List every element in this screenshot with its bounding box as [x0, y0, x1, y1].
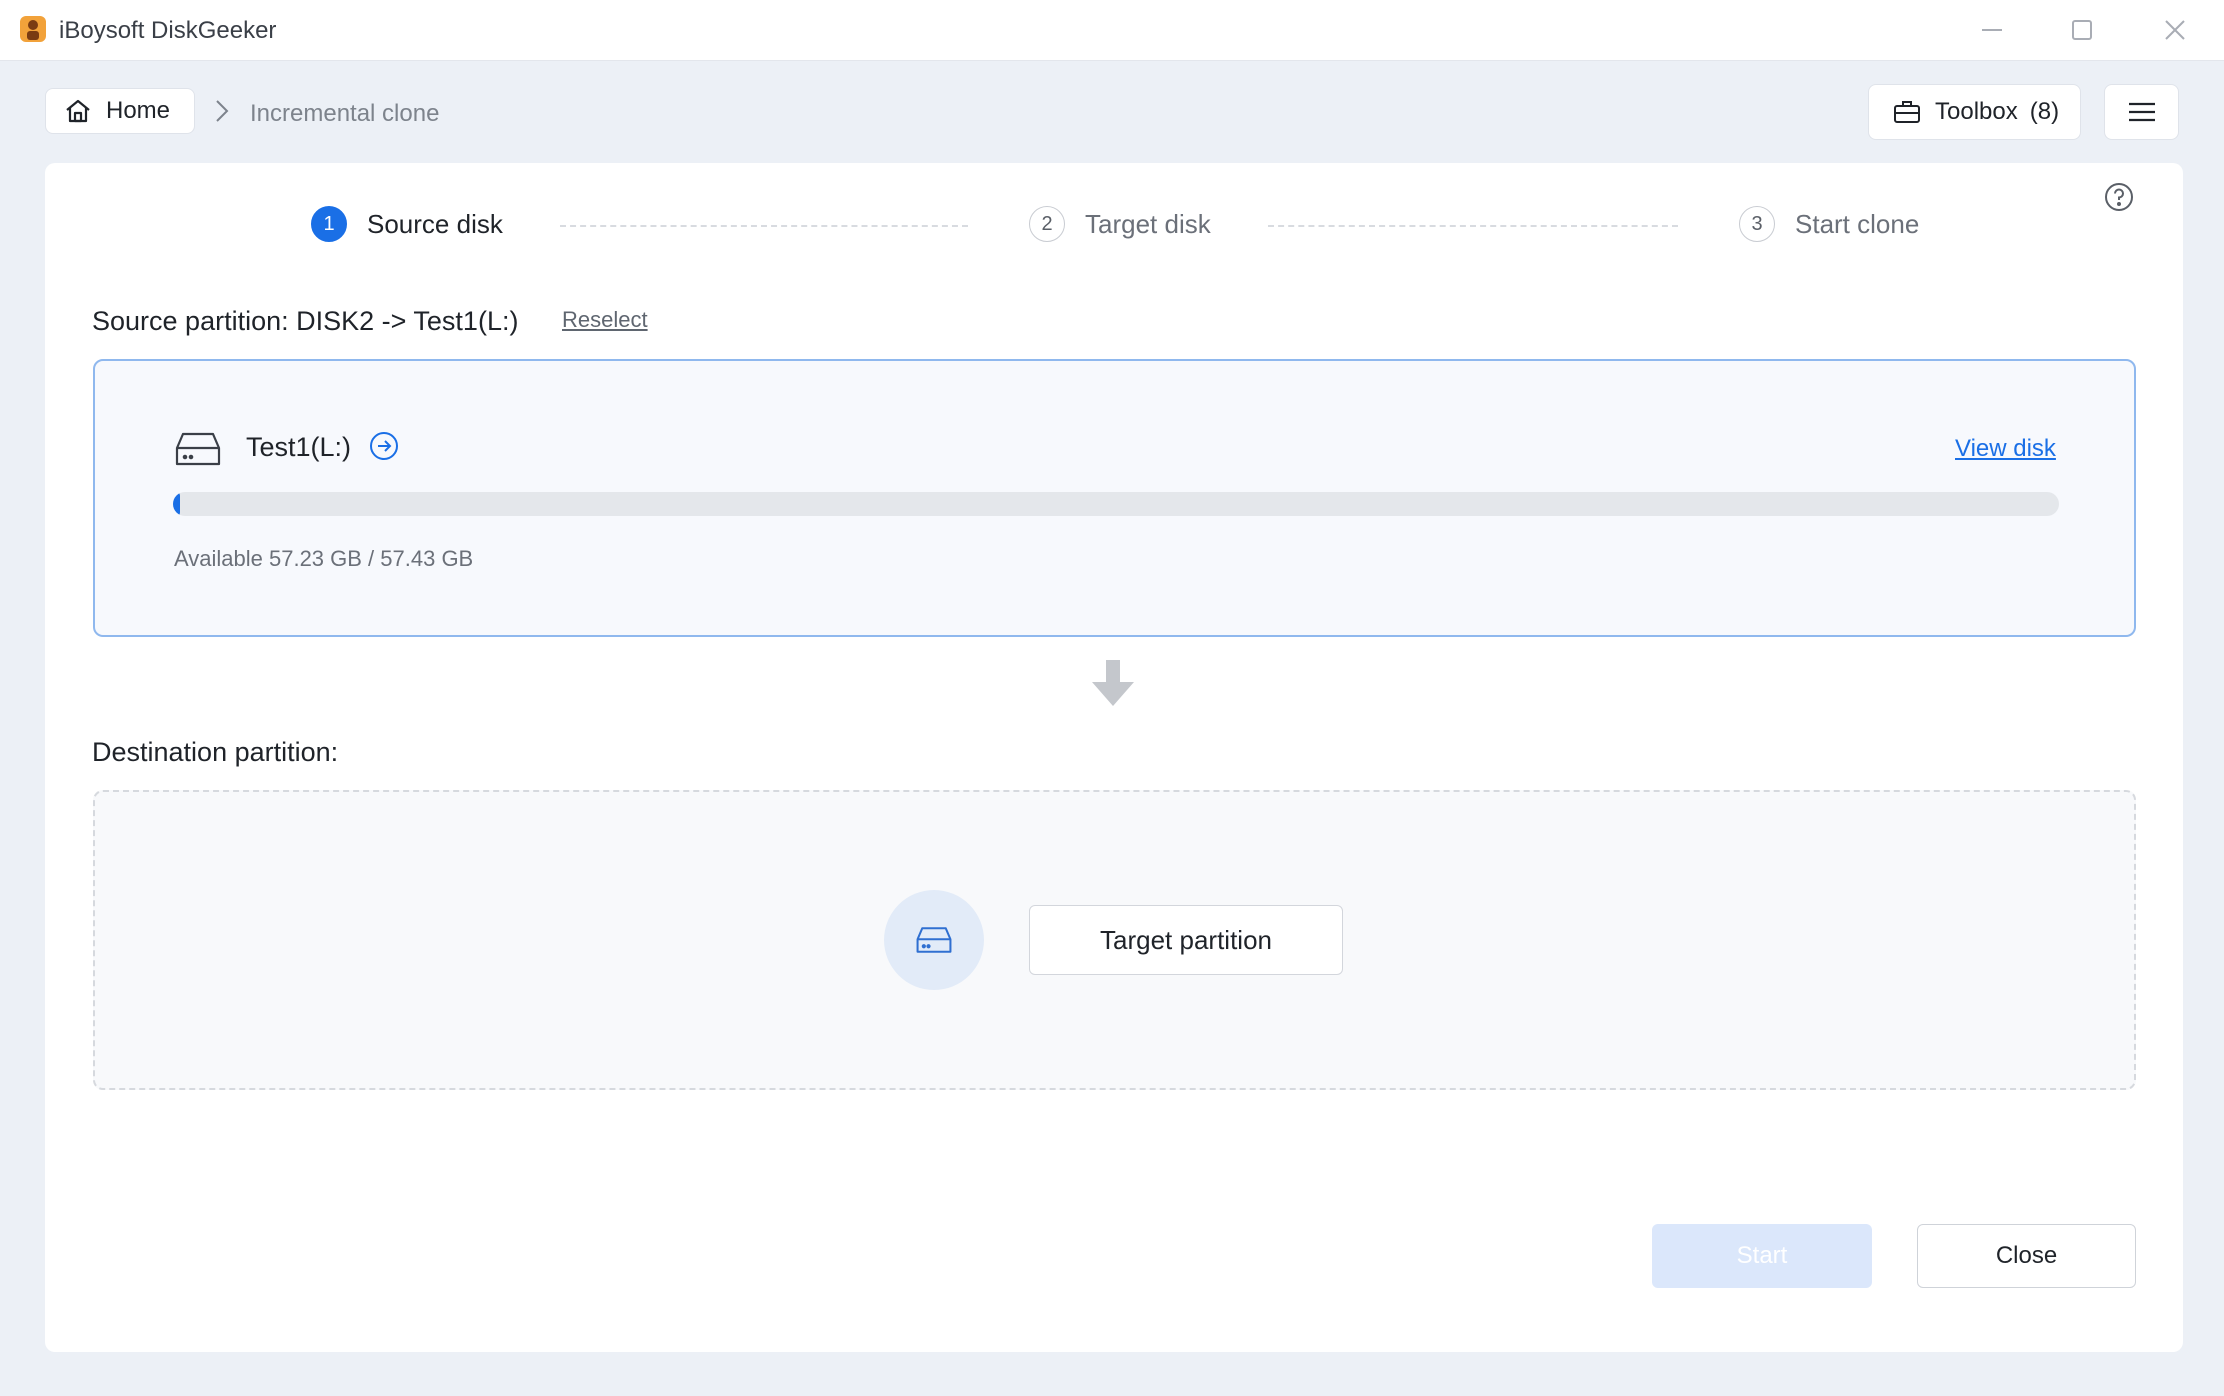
target-partition-button[interactable]: Target partition	[1029, 905, 1343, 975]
step-connector	[1268, 225, 1678, 227]
drive-icon	[175, 432, 221, 466]
hamburger-menu-icon	[2128, 102, 2155, 122]
window-close-button[interactable]	[2145, 8, 2205, 52]
available-space: Available 57.23 GB / 57.43 GB	[174, 546, 474, 571]
source-partition-name: Test1(L:)	[246, 432, 352, 462]
reselect-link[interactable]: Reselect	[562, 307, 648, 333]
breadcrumb-current: Incremental clone	[250, 100, 440, 127]
toolbox-icon	[1894, 101, 1920, 123]
source-partition-label: Source partition: DISK2 -> Test1(L:)	[92, 306, 519, 336]
step-label: Source disk	[367, 208, 503, 239]
toolbox-count: (8)	[2029, 98, 2060, 125]
title-bar: iBoysoft DiskGeeker	[0, 0, 2224, 61]
main-panel	[45, 163, 2183, 1352]
drive-icon	[916, 927, 952, 953]
minimize-icon	[1982, 29, 2002, 31]
help-icon[interactable]	[2104, 182, 2134, 212]
step-connector	[560, 225, 968, 227]
destination-drive-badge	[884, 890, 984, 990]
step-number: 2	[1029, 206, 1065, 242]
home-icon	[66, 99, 90, 123]
step-number: 3	[1739, 206, 1775, 242]
close-button[interactable]: Close	[1917, 1224, 2136, 1288]
chevron-right-icon	[216, 100, 229, 122]
step-source-disk: 1 Source disk	[311, 206, 503, 242]
toolbox-label: Toolbox	[1935, 98, 2018, 125]
step-start-clone: 3 Start clone	[1739, 206, 1919, 242]
home-button[interactable]: Home	[45, 88, 195, 134]
home-label: Home	[106, 97, 171, 124]
close-icon	[2165, 20, 2185, 40]
toolbox-button[interactable]: Toolbox (8)	[1868, 84, 2081, 140]
step-label: Target disk	[1085, 208, 1211, 239]
minimize-button[interactable]	[1962, 8, 2022, 52]
window-title: iBoysoft DiskGeeker	[59, 17, 277, 44]
step-target-disk: 2 Target disk	[1029, 206, 1211, 242]
step-number: 1	[311, 206, 347, 242]
destination-partition-label: Destination partition:	[92, 737, 339, 767]
maximize-icon	[2072, 20, 2092, 40]
step-label: Start clone	[1795, 208, 1920, 239]
maximize-button[interactable]	[2052, 8, 2112, 52]
start-button[interactable]: Start	[1652, 1224, 1872, 1288]
app-logo-icon	[20, 16, 46, 42]
arrow-down-icon	[1092, 660, 1134, 706]
menu-button[interactable]	[2104, 84, 2179, 140]
view-disk-link[interactable]: View disk	[1955, 435, 2056, 463]
arrow-circle-right-icon[interactable]	[369, 431, 399, 461]
usage-bar	[173, 492, 2059, 516]
